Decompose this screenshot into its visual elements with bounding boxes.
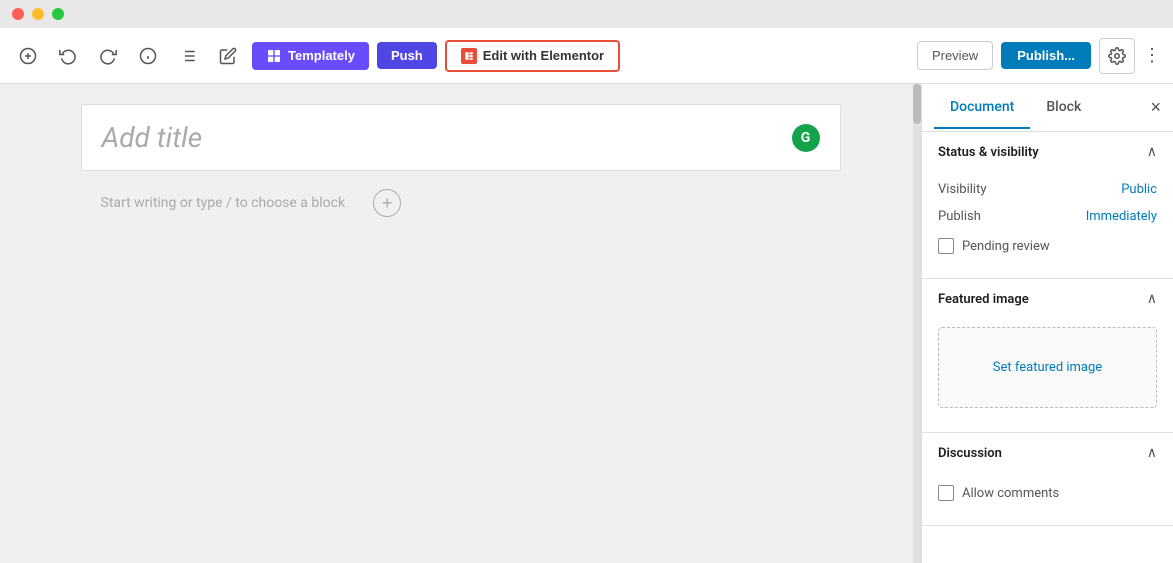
title-block[interactable]: Add title G <box>81 104 841 171</box>
push-button[interactable]: Push <box>377 42 437 69</box>
info-button[interactable] <box>132 40 164 72</box>
status-visibility-chevron-icon: ∧ <box>1147 144 1157 160</box>
pending-review-label: Pending review <box>962 239 1050 254</box>
allow-comments-label: Allow comments <box>962 486 1059 501</box>
publish-row: Publish Immediately <box>938 203 1157 230</box>
discussion-title: Discussion <box>938 446 1002 461</box>
panel-tabs: Document Block × <box>922 84 1173 132</box>
publish-value[interactable]: Immediately <box>1086 209 1157 224</box>
panel-close-button[interactable]: × <box>1150 97 1161 118</box>
allow-comments-row: Allow comments <box>938 477 1157 509</box>
toolbar-right: Preview Publish... ⋮ <box>917 38 1161 74</box>
title-bar <box>0 0 1173 28</box>
featured-image-header[interactable]: Featured image ∧ <box>922 279 1173 319</box>
status-visibility-title: Status & visibility <box>938 145 1039 160</box>
right-panel: Document Block × Status & visibility ∧ V… <box>921 84 1173 563</box>
featured-image-title: Featured image <box>938 292 1029 307</box>
templately-button[interactable]: Templately <box>252 42 369 70</box>
toolbar-left: Templately Push Edit with Elementor <box>12 40 909 72</box>
visibility-value[interactable]: Public <box>1121 182 1157 197</box>
featured-image-content: Set featured image <box>922 319 1173 432</box>
maximize-button[interactable] <box>52 8 64 20</box>
editor-content: Add title G Start writing or type / to c… <box>81 104 841 219</box>
discussion-section: Discussion ∧ Allow comments <box>922 433 1173 526</box>
allow-comments-checkbox[interactable] <box>938 485 954 501</box>
settings-button[interactable] <box>1099 38 1135 74</box>
featured-image-section: Featured image ∧ Set featured image <box>922 279 1173 433</box>
tab-document[interactable]: Document <box>934 87 1030 129</box>
add-block-button[interactable]: + <box>373 189 401 217</box>
panel-tabs-left: Document Block <box>934 87 1097 129</box>
discussion-chevron-icon: ∧ <box>1147 445 1157 461</box>
edit-button[interactable] <box>212 40 244 72</box>
publish-button[interactable]: Publish... <box>1001 42 1091 69</box>
grammarly-icon: G <box>792 124 820 152</box>
pending-review-row: Pending review <box>938 230 1157 262</box>
discussion-content: Allow comments <box>922 473 1173 525</box>
title-placeholder[interactable]: Add title <box>102 121 792 154</box>
editor-area[interactable]: Add title G Start writing or type / to c… <box>0 84 921 563</box>
preview-button[interactable]: Preview <box>917 41 993 70</box>
status-visibility-content: Visibility Public Publish Immediately Pe… <box>922 172 1173 278</box>
add-block-toolbar-button[interactable] <box>12 40 44 72</box>
redo-button[interactable] <box>92 40 124 72</box>
main-layout: Add title G Start writing or type / to c… <box>0 84 1173 563</box>
visibility-row: Visibility Public <box>938 176 1157 203</box>
elementor-icon <box>461 48 477 64</box>
more-options-button[interactable]: ⋮ <box>1143 45 1161 66</box>
edit-with-elementor-button[interactable]: Edit with Elementor <box>445 40 620 72</box>
close-button[interactable] <box>12 8 24 20</box>
scroll-thumb[interactable] <box>913 84 921 124</box>
undo-button[interactable] <box>52 40 84 72</box>
toolbar: Templately Push Edit with Elementor Prev… <box>0 28 1173 84</box>
scrollbar[interactable] <box>913 84 921 563</box>
list-view-button[interactable] <box>172 40 204 72</box>
featured-image-chevron-icon: ∧ <box>1147 291 1157 307</box>
writing-prompt-row: Start writing or type / to choose a bloc… <box>81 187 841 219</box>
status-visibility-section: Status & visibility ∧ Visibility Public … <box>922 132 1173 279</box>
set-featured-image-button[interactable]: Set featured image <box>938 327 1157 408</box>
minimize-button[interactable] <box>32 8 44 20</box>
status-visibility-header[interactable]: Status & visibility ∧ <box>922 132 1173 172</box>
tab-block[interactable]: Block <box>1030 87 1097 129</box>
discussion-header[interactable]: Discussion ∧ <box>922 433 1173 473</box>
writing-prompt: Start writing or type / to choose a bloc… <box>81 187 366 219</box>
visibility-label: Visibility <box>938 182 987 197</box>
publish-label: Publish <box>938 209 981 224</box>
pending-review-checkbox[interactable] <box>938 238 954 254</box>
